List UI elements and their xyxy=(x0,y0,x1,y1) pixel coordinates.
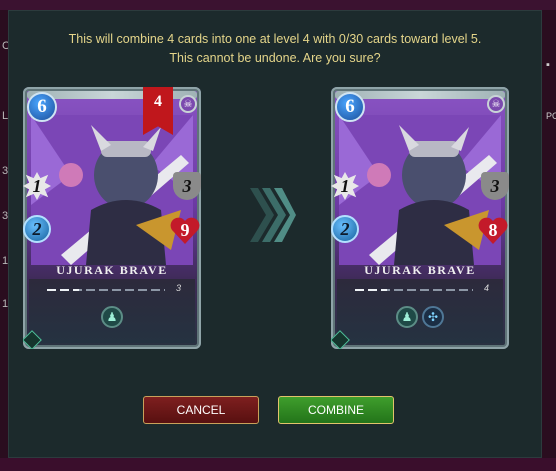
card-lower-panel: 3 ♟ xyxy=(29,279,195,343)
confirm-message-line: This cannot be undone. Are you sure? xyxy=(169,51,381,65)
combine-button[interactable]: COMBINE xyxy=(278,396,394,424)
death-element-icon: ☠ xyxy=(487,95,505,113)
card-art-image xyxy=(31,115,193,265)
cancel-button[interactable]: CANCEL xyxy=(143,396,259,424)
ability-list: ♟ xyxy=(29,306,195,328)
armor-stat: 3 xyxy=(173,172,201,200)
background-page-footer xyxy=(0,458,556,471)
background-right-column: ▪ PO xyxy=(544,45,556,155)
confirm-message-line: This will combine 4 cards into one at le… xyxy=(68,32,482,46)
ability-icon: ✣ xyxy=(422,306,444,328)
card-name: UJURAK BRAVE xyxy=(364,263,476,277)
card-lower-panel: 4 ♟ ✣ xyxy=(337,279,503,343)
mana-cost: 6 xyxy=(27,92,57,122)
level-progress-fill xyxy=(355,289,387,291)
confirm-message: This will combine 4 cards into one at le… xyxy=(9,30,541,68)
speed-stat: 2 xyxy=(331,215,359,243)
mana-cost: 6 xyxy=(335,92,365,122)
speed-stat: 2 xyxy=(23,215,51,243)
level-progress-bar xyxy=(355,289,473,291)
death-element-icon: ☠ xyxy=(179,95,197,113)
level-progress-fill xyxy=(47,289,79,291)
card-after-combine: 6 ☠ 1 3 2 8 UJURAK BRAVE 4 ♟ ✣ xyxy=(331,87,509,349)
melee-attack-stat: 1 xyxy=(23,172,51,200)
card-level: 4 xyxy=(483,283,489,293)
level-progress-bar xyxy=(47,289,165,291)
ability-list: ♟ ✣ xyxy=(337,306,503,328)
ability-icon: ♟ xyxy=(101,306,123,328)
background-fragment: ▪ xyxy=(546,59,550,71)
card-name: UJURAK BRAVE xyxy=(56,263,168,277)
card-art-image xyxy=(339,115,501,265)
card-before-combine: 4 6 ☠ 1 3 2 9 UJURAK BRAVE 3 ♟ xyxy=(23,87,201,349)
ability-icon: ♟ xyxy=(396,306,418,328)
melee-attack-stat: 1 xyxy=(331,172,359,200)
armor-stat: 3 xyxy=(481,172,509,200)
background-page-header xyxy=(0,0,556,10)
combine-arrows-icon xyxy=(250,188,296,242)
background-fragment: PO xyxy=(546,111,556,121)
card-level: 3 xyxy=(175,283,181,293)
